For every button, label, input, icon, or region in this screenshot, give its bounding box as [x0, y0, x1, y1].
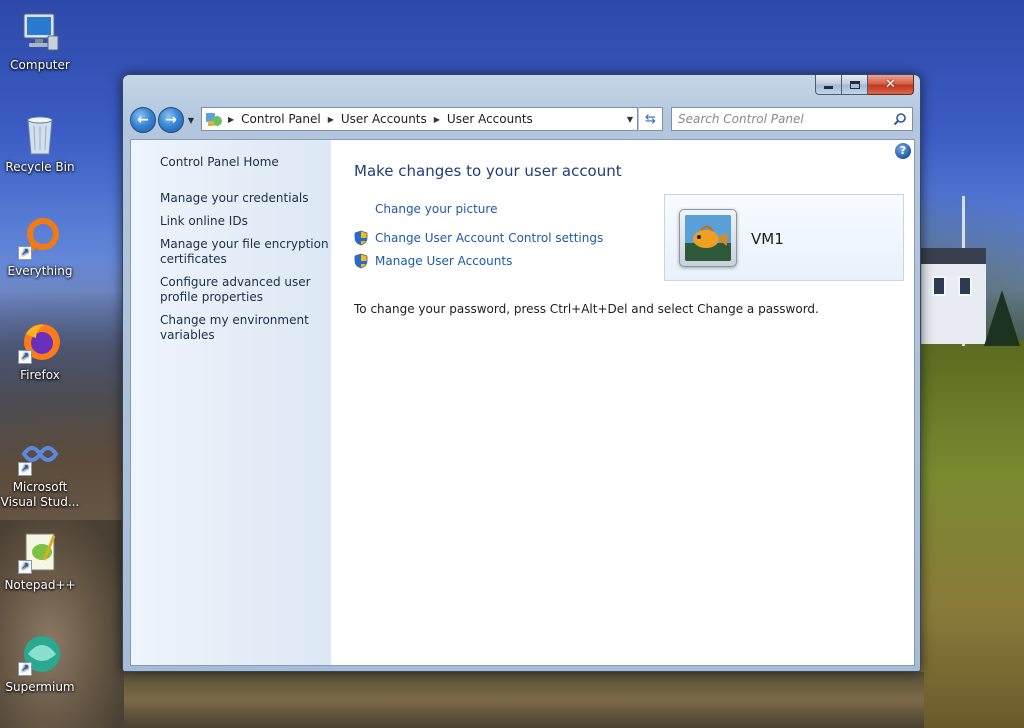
arrow-left-icon: ← [137, 112, 149, 128]
configure-advanced-profile-link[interactable]: Configure advanced user profile properti… [160, 275, 330, 305]
firefox-icon: ↗ [18, 320, 62, 364]
breadcrumb-separator-icon[interactable]: ▶ [328, 115, 334, 124]
desktop-icon-label: Notepad++ [4, 578, 76, 592]
supermium-icon: ↗ [18, 632, 62, 676]
search-icon[interactable] [893, 112, 907, 126]
close-button[interactable]: ✕ [868, 75, 914, 95]
search-placeholder: Search Control Panel [678, 112, 804, 126]
breadcrumb-separator-icon[interactable]: ▶ [434, 115, 440, 124]
shortcut-arrow-icon: ↗ [18, 350, 32, 364]
computer-icon [18, 10, 62, 54]
user-account-tile: VM1 [664, 194, 904, 281]
recent-pages-dropdown[interactable]: ▼ [186, 116, 196, 125]
wallpaper-house-window [932, 276, 946, 296]
breadcrumb-user-accounts[interactable]: User Accounts [341, 112, 427, 126]
wallpaper-house [920, 252, 986, 344]
task-label[interactable]: Change your picture [375, 202, 497, 216]
control-panel-home-link[interactable]: Control Panel Home [160, 155, 279, 169]
desktop-icon-label: Recycle Bin [5, 160, 75, 174]
desktop-icon-label: Firefox [20, 368, 60, 382]
change-uac-settings-link[interactable]: Change User Account Control settings [353, 230, 603, 246]
uac-shield-icon [354, 253, 368, 269]
navigation-bar: ← → ▼ ▶ Control Panel ▶ User Accounts ▶ … [130, 106, 913, 134]
window-controls: ✕ [815, 75, 914, 95]
manage-credentials-link[interactable]: Manage your credentials [160, 191, 330, 206]
desktop-icon-label: Computer [10, 58, 70, 72]
desktop-icon-computer[interactable]: Computer [0, 10, 80, 73]
wallpaper-shore [124, 672, 924, 728]
address-bar[interactable]: ▶ Control Panel ▶ User Accounts ▶ User A… [201, 107, 638, 131]
help-button[interactable]: ? [895, 143, 911, 159]
control-panel-window[interactable]: ✕ ← → ▼ ▶ Control Panel ▶ User Accounts … [122, 74, 921, 672]
maximize-button[interactable] [842, 75, 868, 95]
desktop-icon-firefox[interactable]: ↗ Firefox [0, 320, 80, 383]
shortcut-arrow-icon: ↗ [18, 462, 32, 476]
desktop-icon-visual-studio[interactable]: ↗ Microsoft Visual Stud... [0, 432, 80, 510]
left-navigation-pane: Control Panel Home Manage your credentia… [131, 140, 331, 665]
desktop-icon-recycle-bin[interactable]: Recycle Bin [0, 112, 80, 175]
recycle-bin-icon [18, 112, 62, 156]
wallpaper-house-window [958, 276, 972, 296]
user-name: VM1 [751, 230, 784, 248]
desktop-icon-label: Supermium [5, 680, 75, 694]
breadcrumb-separator-icon[interactable]: ▶ [228, 115, 234, 124]
refresh-icon: ⇆ [645, 111, 656, 127]
visual-studio-icon: ↗ [18, 432, 62, 476]
help-icon: ? [899, 144, 907, 157]
manage-file-encryption-certificates-link[interactable]: Manage your file encryption certificates [160, 237, 330, 267]
shortcut-arrow-icon: ↗ [18, 246, 32, 260]
manage-user-accounts-link[interactable]: Manage User Accounts [353, 253, 512, 269]
desktop-icon-everything[interactable]: ↗ Everything [0, 216, 80, 279]
forward-button[interactable]: → [158, 107, 184, 133]
minimize-button[interactable] [815, 75, 842, 95]
task-label[interactable]: Change User Account Control settings [375, 231, 603, 245]
desktop-icon-notepad-plus-plus[interactable]: ↗ Notepad++ [0, 530, 80, 593]
breadcrumb-user-accounts-current[interactable]: User Accounts [447, 112, 533, 126]
content-area: Control Panel Home Manage your credentia… [130, 139, 915, 666]
address-history-dropdown-icon[interactable]: ▼ [627, 115, 633, 124]
change-environment-variables-link[interactable]: Change my environment variables [160, 313, 330, 343]
maximize-icon [849, 80, 860, 89]
link-online-ids-link[interactable]: Link online IDs [160, 214, 330, 229]
wallpaper-tree [984, 290, 1020, 346]
shortcut-arrow-icon: ↗ [18, 560, 32, 574]
desktop-icon-label: Everything [7, 264, 73, 278]
fish-avatar-icon [685, 215, 731, 261]
control-panel-icon [205, 111, 223, 127]
left-pane-links: Manage your credentials Link online IDs … [160, 191, 330, 351]
minimize-icon [824, 86, 833, 89]
breadcrumb-control-panel[interactable]: Control Panel [241, 112, 321, 126]
page-title: Make changes to your user account [354, 162, 622, 180]
arrow-right-icon: → [165, 112, 177, 128]
refresh-button[interactable]: ⇆ [639, 107, 663, 131]
user-avatar [679, 209, 737, 267]
change-picture-link[interactable]: Change your picture [353, 202, 497, 216]
close-icon: ✕ [885, 77, 896, 92]
wallpaper-house-roof [920, 248, 986, 264]
password-instruction: To change your password, press Ctrl+Alt+… [354, 302, 819, 316]
wallpaper-ground [918, 340, 1024, 728]
desktop-icon-label: Microsoft Visual Stud... [0, 480, 80, 509]
everything-icon: ↗ [18, 216, 62, 260]
notepad-plus-plus-icon: ↗ [18, 530, 62, 574]
task-label[interactable]: Manage User Accounts [375, 254, 512, 268]
search-input[interactable]: Search Control Panel [671, 107, 913, 131]
back-button[interactable]: ← [130, 107, 156, 133]
desktop-icon-supermium[interactable]: ↗ Supermium [0, 632, 80, 695]
shortcut-arrow-icon: ↗ [18, 662, 32, 676]
uac-shield-icon [354, 230, 368, 246]
